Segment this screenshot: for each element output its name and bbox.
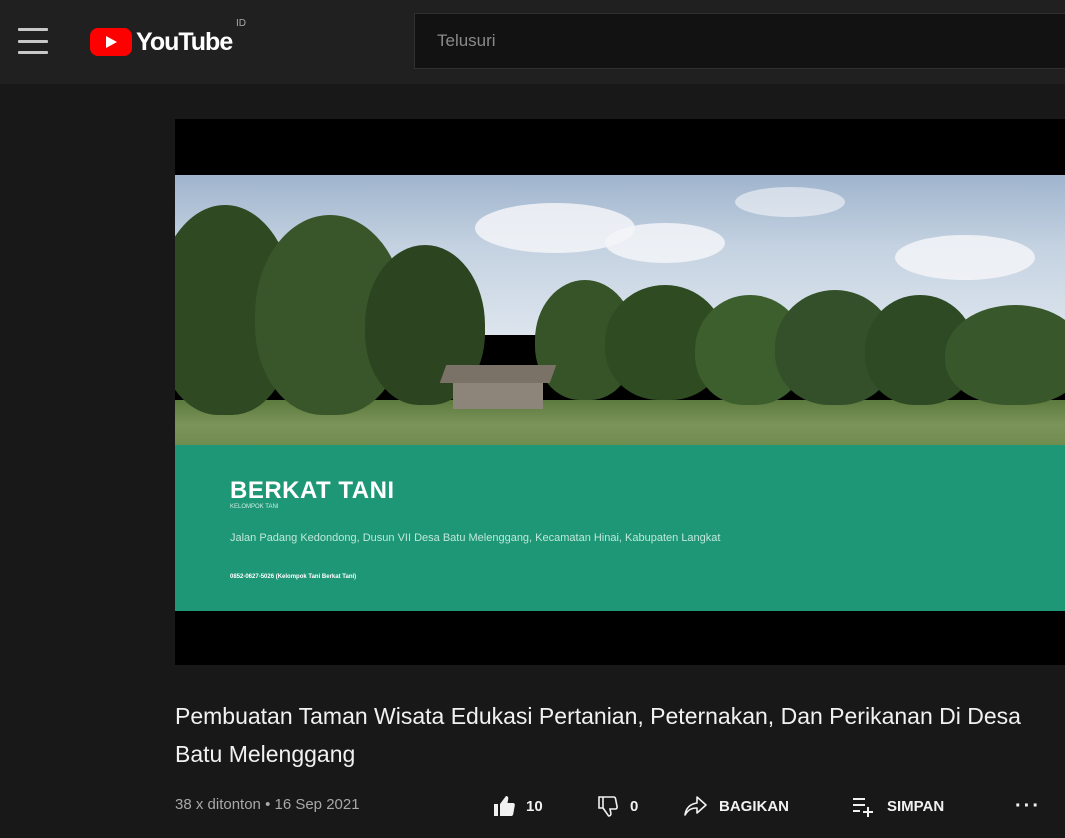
playlist-add-icon (853, 798, 873, 817)
menu-icon[interactable] (18, 28, 48, 54)
youtube-logo[interactable]: YouTube ID (90, 18, 246, 62)
search-box[interactable] (414, 13, 1065, 69)
more-actions-button[interactable]: ··· (1015, 792, 1041, 820)
logo-text: YouTube (136, 27, 233, 56)
more-icon: ··· (1015, 794, 1041, 817)
country-code: ID (236, 18, 246, 29)
cloud (605, 223, 725, 263)
info-panel: BERKAT TANI KELOMPOK TANI Jalan Padang K… (175, 445, 1065, 611)
slide-phone: 0852-0627-5026 (Kelompok Tani Berkat Tan… (230, 574, 357, 580)
slide-subtitle: KELOMPOK TANI (230, 504, 279, 510)
top-bar: YouTube ID (0, 0, 1065, 84)
video-title: Pembuatan Taman Wisata Edukasi Pertanian… (175, 703, 1021, 767)
youtube-logo-icon (90, 28, 132, 56)
share-button[interactable]: BAGIKAN (683, 792, 789, 820)
views-date: 38 x ditonton • 16 Sep 2021 (175, 796, 360, 813)
dislike-count: 0 (630, 797, 639, 815)
video-player[interactable]: BERKAT TANI KELOMPOK TANI Jalan Padang K… (175, 119, 1065, 665)
palm-tree (945, 305, 1065, 405)
save-label: SIMPAN (887, 797, 945, 815)
slide-title: BERKAT TANI (230, 477, 395, 504)
thumbs-down-icon (598, 796, 618, 817)
slide-address: Jalan Padang Kedondong, Dusun VII Desa B… (230, 532, 721, 544)
save-button[interactable]: SIMPAN (851, 792, 944, 820)
video-frame: BERKAT TANI KELOMPOK TANI Jalan Padang K… (175, 175, 1065, 611)
like-button[interactable]: 10 (492, 792, 543, 820)
cloud (735, 187, 845, 217)
share-label: BAGIKAN (719, 797, 789, 815)
video-meta-row: 38 x ditonton • 16 Sep 2021 10 0 BAGIKAN… (175, 788, 1065, 824)
cloud (895, 235, 1035, 280)
house (439, 365, 557, 409)
like-count: 10 (526, 797, 543, 815)
share-icon (684, 796, 707, 816)
search-input[interactable] (415, 14, 1065, 68)
dislike-button[interactable]: 0 (596, 792, 638, 820)
thumbs-up-icon (494, 796, 515, 816)
